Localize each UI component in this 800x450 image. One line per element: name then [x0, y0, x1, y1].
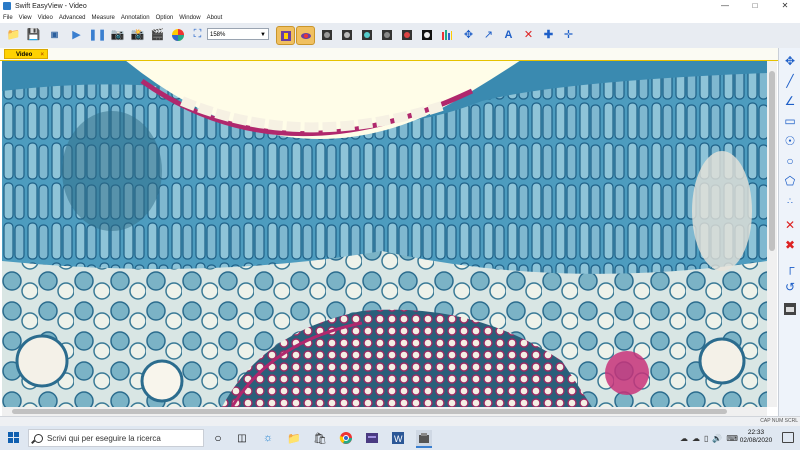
search-icon — [34, 434, 43, 443]
circle-icon[interactable]: ○ — [781, 152, 799, 170]
move-icon[interactable]: ✥ — [781, 52, 799, 70]
minimize-button[interactable]: — — [710, 0, 740, 12]
filter-icon[interactable] — [338, 26, 355, 43]
save-icon[interactable]: 💾 — [25, 26, 42, 43]
horizontal-scrollbar[interactable] — [2, 407, 767, 416]
word-icon[interactable]: W — [390, 430, 406, 446]
filter-icon[interactable] — [318, 26, 335, 43]
task-view-icon[interactable]: ◫ — [234, 430, 250, 446]
levels-icon[interactable] — [438, 26, 455, 43]
menu-window[interactable]: Window — [176, 15, 203, 21]
move-icon[interactable]: ✥ — [460, 26, 477, 43]
leaf-section-image — [2, 61, 767, 407]
tab-close-icon[interactable]: × — [40, 50, 44, 60]
polygon-icon[interactable]: ⬠ — [781, 172, 799, 190]
volume-icon[interactable]: 🔊 — [712, 434, 722, 443]
svg-text:W: W — [394, 434, 403, 444]
menu-view[interactable]: View — [16, 15, 35, 21]
zoom-select[interactable]: 158% ▼ — [207, 28, 269, 40]
text-icon[interactable]: A — [500, 26, 517, 43]
three-circle-icon[interactable]: ∴ — [781, 192, 799, 210]
vertical-scrollbar[interactable] — [767, 61, 777, 407]
windows-start-icon[interactable] — [8, 432, 20, 444]
taskbar-clock[interactable]: 22:33 02/08/2020 — [736, 429, 776, 445]
onedrive-icon[interactable]: ☁ — [692, 434, 700, 443]
menu-about[interactable]: About — [204, 15, 226, 21]
pause-icon[interactable]: ❚❚ — [88, 26, 106, 43]
color-icon[interactable] — [169, 26, 186, 43]
clock-date: 02/08/2020 — [739, 437, 773, 444]
menu-video[interactable]: Video — [35, 15, 56, 21]
snapshot-icon[interactable]: 📸 — [129, 26, 146, 43]
play-icon[interactable]: ▶ — [68, 26, 85, 43]
menu-bar: File View Video Advanced Measure Annotat… — [0, 12, 800, 23]
filter-icon[interactable] — [358, 26, 375, 43]
filter-icon[interactable] — [378, 26, 395, 43]
rectangle-icon[interactable]: ▭ — [781, 112, 799, 130]
measure-toolbar: ✥ ╱ ∠ ▭ ☉ ○ ⬠ ∴ ✕ ✖ ┌ ↺ — [778, 48, 800, 418]
crosshair-dashed-icon[interactable]: ✛ — [560, 26, 577, 43]
angle-icon[interactable]: ∠ — [781, 92, 799, 110]
cortana-icon[interactable]: ○ — [210, 430, 226, 446]
calibrate-icon[interactable]: ↺ — [781, 278, 799, 296]
menu-option[interactable]: Option — [153, 15, 177, 21]
delete-icon[interactable]: ✕ — [520, 26, 537, 43]
easyview-taskbar-icon[interactable] — [416, 430, 432, 448]
window-controls: — □ ✕ — [710, 0, 800, 12]
filter-icon[interactable] — [398, 26, 415, 43]
notification-icon[interactable] — [782, 432, 794, 443]
file-explorer-icon[interactable]: 📁 — [286, 430, 302, 446]
scroll-thumb[interactable] — [12, 409, 727, 414]
flip-icon[interactable] — [296, 26, 315, 45]
delete-all-icon[interactable]: ✖ — [781, 236, 799, 254]
filter-icon[interactable] — [418, 26, 435, 43]
people-icon[interactable]: ☁ — [680, 434, 688, 443]
media-app-icon[interactable] — [364, 430, 380, 446]
channel-icon[interactable] — [276, 26, 295, 45]
scroll-thumb[interactable] — [769, 71, 775, 251]
chrome-icon[interactable] — [338, 430, 354, 446]
delete-icon[interactable]: ✕ — [781, 216, 799, 234]
store-icon[interactable]: 🛍 — [312, 430, 328, 446]
menu-annotation[interactable]: Annotation — [118, 15, 153, 21]
network-icon[interactable]: ▯ — [704, 434, 708, 443]
taskbar: Scrivi qui per eseguire la ricerca ○ ◫ ☼… — [0, 426, 800, 450]
fit-screen-icon[interactable]: ⛶ — [189, 26, 206, 43]
open-folder-icon[interactable]: 📁 — [5, 26, 22, 43]
tab-strip: Video × — [0, 48, 800, 61]
status-indicators: CAP NUM SCRL — [760, 418, 798, 424]
menu-file[interactable]: File — [0, 15, 16, 21]
ruler-icon[interactable]: ┌ — [781, 258, 799, 276]
line-icon[interactable]: ╱ — [781, 72, 799, 90]
window-title: Swift EasyView - Video — [15, 2, 87, 10]
microscope-image[interactable] — [2, 61, 767, 407]
app-icon — [3, 2, 11, 10]
tab-video[interactable]: Video × — [4, 49, 48, 59]
video-icon[interactable]: 🎬 — [149, 26, 166, 43]
toolbar: 📁 💾 ▣ ▶ ❚❚ 📷 📸 🎬 ⛶ 158% ▼ ✥ ↗ A ✕ ✚ ✛ — [0, 23, 800, 49]
menu-advanced[interactable]: Advanced — [56, 15, 89, 21]
clock-time: 22:33 — [747, 429, 765, 436]
export-icon[interactable]: ▣ — [46, 26, 63, 43]
taskbar-search-input[interactable]: Scrivi qui per eseguire la ricerca — [28, 429, 204, 447]
edge-icon[interactable]: ☼ — [260, 430, 276, 446]
menu-measure[interactable]: Measure — [89, 15, 118, 21]
arrow-icon[interactable]: ↗ — [480, 26, 497, 43]
camera-icon[interactable]: 📷 — [109, 26, 126, 43]
csv-icon[interactable] — [781, 300, 799, 318]
close-button[interactable]: ✕ — [770, 0, 800, 12]
circle-center-icon[interactable]: ☉ — [781, 132, 799, 150]
system-tray: ☁ ☁ ▯ 🔊 ⌨ — [680, 429, 738, 447]
crosshair-icon[interactable]: ✚ — [540, 26, 557, 43]
maximize-button[interactable]: □ — [740, 0, 770, 12]
title-bar: Swift EasyView - Video — □ ✕ — [0, 0, 800, 12]
